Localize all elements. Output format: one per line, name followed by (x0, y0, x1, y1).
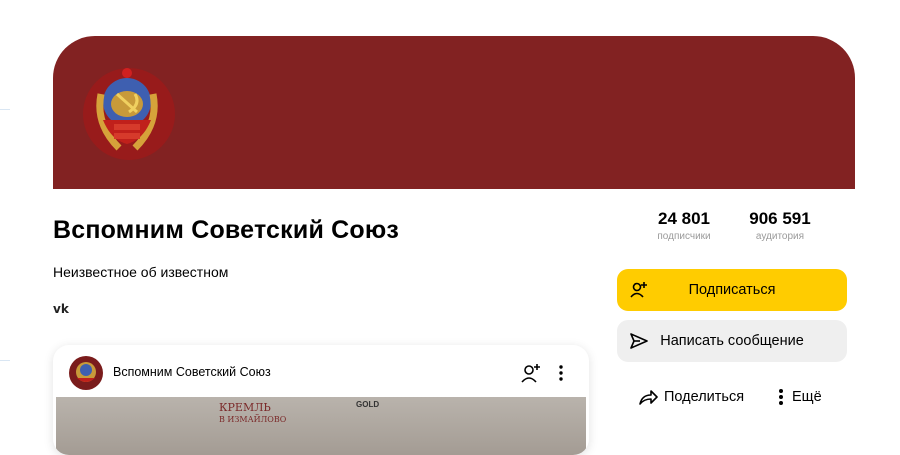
add-user-icon[interactable] (520, 362, 542, 384)
post-image-text: КРЕМЛЬ (219, 401, 271, 414)
subscribers-count: 24 801 (658, 209, 710, 228)
avatar[interactable] (69, 356, 103, 390)
channel-title: Вспомним Советский Союз (53, 216, 400, 244)
audience-stat: 906 591 аудитория (740, 209, 820, 242)
subscribe-label: Подписаться (688, 282, 776, 298)
more-label: Ещё (792, 389, 822, 405)
share-icon (639, 390, 658, 405)
subscribers-label: подписчики (657, 231, 711, 242)
post-image[interactable]: КРЕМЛЬ В ИЗМАЙЛОВО GOLD (56, 397, 586, 455)
vk-icon[interactable]: vk (53, 302, 69, 316)
send-icon (630, 333, 648, 349)
post-image-logo: GOLD (356, 400, 380, 409)
kebab-icon[interactable] (553, 362, 569, 384)
audience-count: 906 591 (749, 209, 811, 228)
add-user-icon (630, 282, 647, 298)
kebab-icon (779, 389, 783, 405)
more-button[interactable]: Ещё (778, 388, 822, 406)
share-button[interactable]: Поделиться (638, 388, 744, 406)
share-label: Поделиться (664, 389, 745, 405)
edge-line (0, 360, 10, 361)
subscribers-stat: 24 801 подписчики (645, 209, 723, 242)
channel-description: Неизвестное об известном (53, 264, 229, 280)
edge-line (0, 109, 10, 110)
message-button[interactable]: Написать сообщение (617, 320, 847, 362)
message-label: Написать сообщение (660, 333, 804, 349)
audience-label: аудитория (755, 231, 805, 242)
post-author[interactable]: Вспомним Советский Союз (113, 365, 271, 379)
ussr-emblem-icon (83, 68, 175, 160)
channel-banner (53, 36, 855, 189)
post-card[interactable]: Вспомним Советский Союз КРЕМЛЬ В ИЗМАЙЛО… (53, 345, 589, 455)
post-image-text: В ИЗМАЙЛОВО (219, 415, 287, 424)
subscribe-button[interactable]: Подписаться (617, 269, 847, 311)
